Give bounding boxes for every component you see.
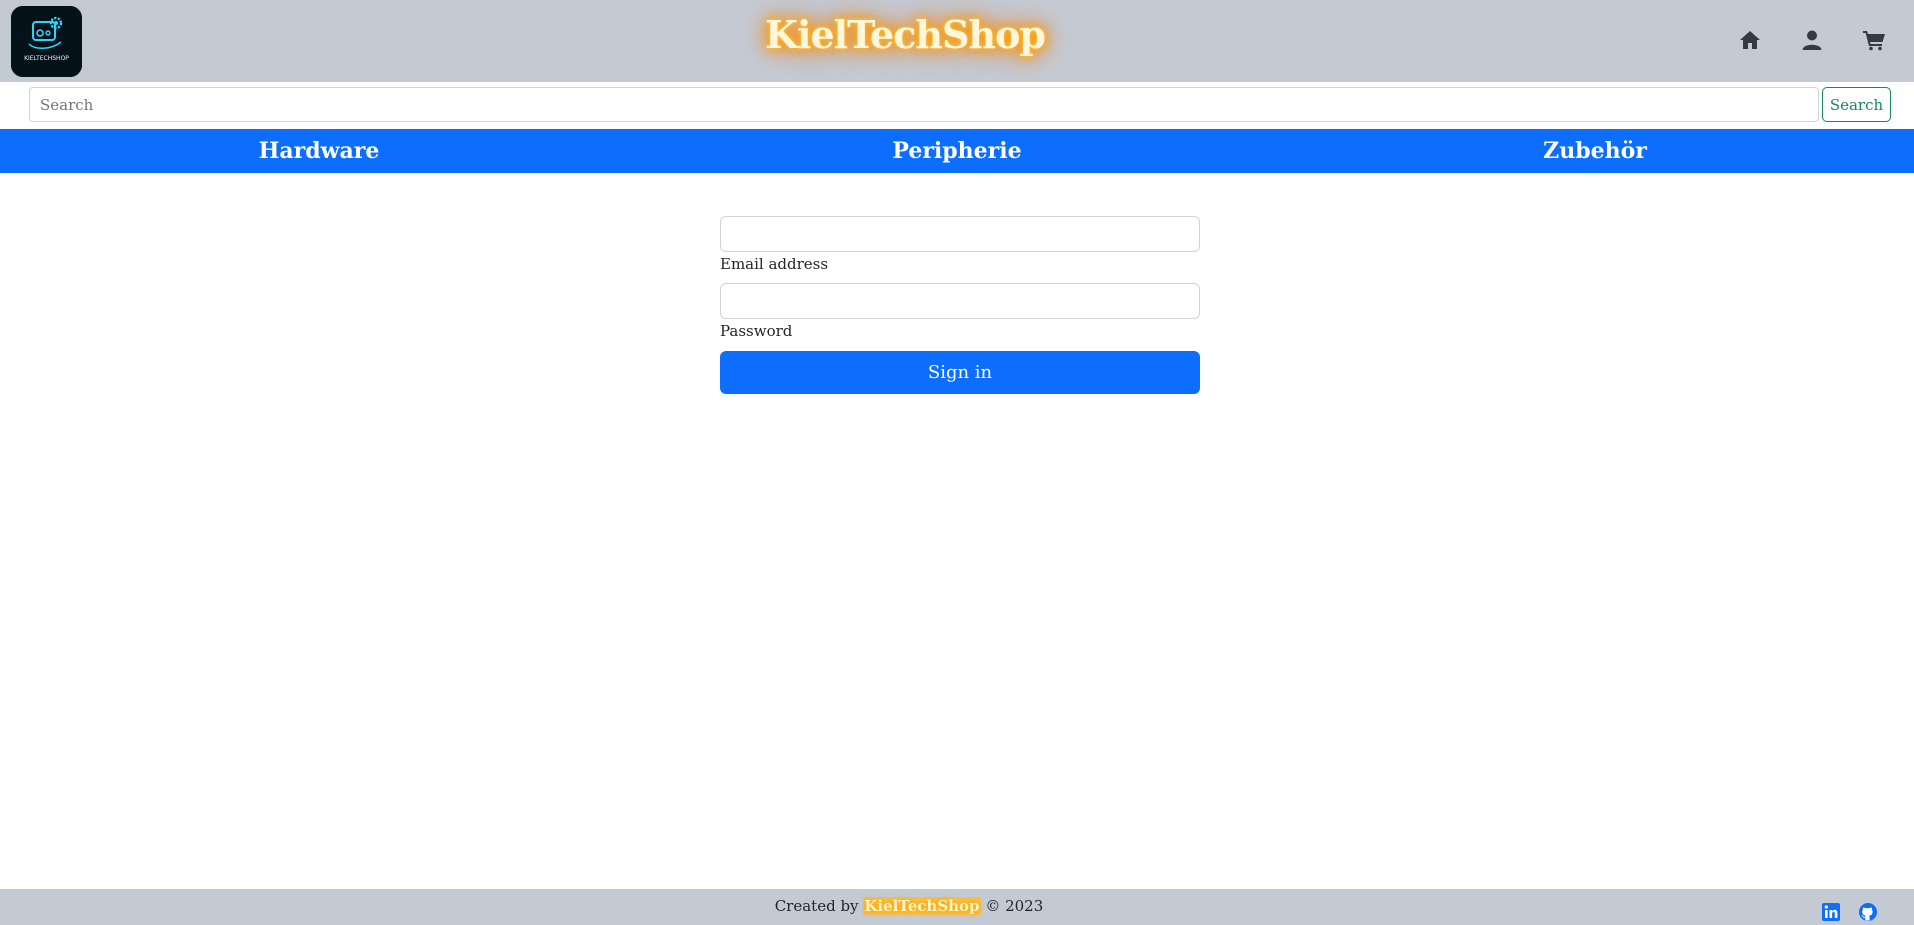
footer-prefix: Created by bbox=[774, 897, 859, 915]
nav-item-zubehoer[interactable]: Zubehör bbox=[1276, 129, 1914, 173]
footer-credit: Created by KielTechShop © 2023 bbox=[0, 897, 1914, 915]
password-label: Password bbox=[720, 322, 793, 340]
footer-brand: KielTechShop bbox=[863, 897, 981, 915]
email-label: Email address bbox=[720, 255, 829, 273]
footer: Created by KielTechShop © 2023 bbox=[0, 889, 1914, 925]
login-form: Email address Password Sign in bbox=[720, 216, 1200, 394]
user-icon[interactable] bbox=[1800, 28, 1824, 52]
email-field[interactable] bbox=[720, 216, 1200, 252]
nav-item-peripherie[interactable]: Peripherie bbox=[638, 129, 1276, 173]
brand-title[interactable]: KielTechShop bbox=[0, 12, 1914, 57]
header: KIELTECHSHOP KielTechShop bbox=[0, 0, 1914, 82]
footer-copyright: © 2023 bbox=[985, 897, 1044, 915]
linkedin-icon[interactable] bbox=[1821, 902, 1841, 922]
category-nav: Hardware Peripherie Zubehör bbox=[0, 129, 1914, 173]
cart-icon[interactable] bbox=[1862, 28, 1886, 52]
search-bar: Search bbox=[0, 82, 1914, 128]
search-input[interactable] bbox=[29, 87, 1819, 122]
github-icon[interactable] bbox=[1858, 902, 1878, 922]
sign-in-button[interactable]: Sign in bbox=[720, 351, 1200, 394]
search-button[interactable]: Search bbox=[1822, 87, 1891, 122]
home-icon[interactable] bbox=[1738, 28, 1762, 52]
password-field[interactable] bbox=[720, 283, 1200, 319]
nav-item-hardware[interactable]: Hardware bbox=[0, 129, 638, 173]
